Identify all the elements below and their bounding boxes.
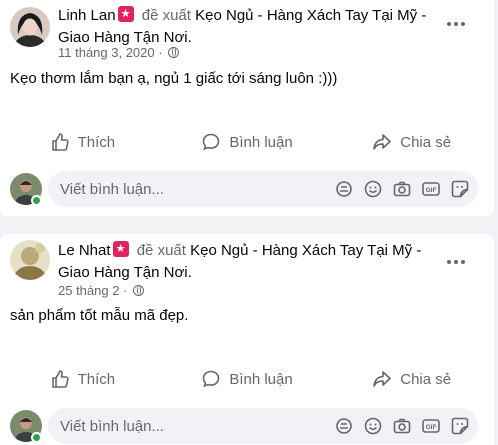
page-name-cont[interactable]: Giao Hàng Tận Nơi. <box>58 29 192 46</box>
comment-tools: GIF <box>334 408 470 444</box>
emoji-icon[interactable] <box>363 416 383 436</box>
comment-composer: GIF <box>0 171 494 211</box>
more-icon[interactable] <box>440 246 472 278</box>
like-button[interactable]: Thích <box>0 122 165 162</box>
like-icon <box>51 370 69 388</box>
online-status-indicator <box>31 432 42 443</box>
comment-tools: GIF <box>334 171 470 207</box>
sticker-icon[interactable] <box>450 179 470 199</box>
comment-button[interactable]: Bình luận <box>165 122 330 162</box>
post-meta: 25 tháng 2 · <box>58 283 145 299</box>
author-name[interactable]: Le Nhat <box>58 242 111 259</box>
globe-icon <box>168 47 180 58</box>
post-date[interactable]: 25 tháng 2 · <box>58 283 127 298</box>
avatar-image <box>10 7 50 47</box>
post-card: Le Nhat đề xuất Kẹo Ngủ - Hàng Xách Tay … <box>0 234 494 445</box>
svg-text:GIF: GIF <box>426 424 437 431</box>
share-label: Chia sẻ <box>400 370 452 388</box>
camera-icon[interactable] <box>392 416 412 436</box>
gif-icon[interactable]: GIF <box>421 179 441 199</box>
more-icon[interactable] <box>440 8 472 40</box>
share-button[interactable]: Chia sẻ <box>329 359 494 399</box>
like-label: Thích <box>77 370 116 388</box>
page-name[interactable]: Kẹo Ngủ - Hàng Xách Tay Tại Mỹ - <box>190 242 421 259</box>
share-button[interactable]: Chia sẻ <box>329 122 494 162</box>
post-actions: Thích Bình luận Chia sẻ <box>0 122 494 162</box>
comment-input[interactable] <box>60 171 320 207</box>
comment-composer: GIF <box>0 408 494 445</box>
post-card: Linh Lan đề xuất Kẹo Ngủ - Hàng Xách Tay… <box>0 0 494 216</box>
author-name[interactable]: Linh Lan <box>58 7 116 24</box>
author-avatar[interactable] <box>10 240 50 280</box>
share-icon <box>373 371 392 387</box>
share-icon <box>373 134 392 150</box>
post-header: Linh Lan đề xuất Kẹo Ngủ - Hàng Xách Tay… <box>58 5 448 49</box>
comment-label: Bình luận <box>229 370 293 388</box>
avatar-image <box>10 240 50 280</box>
recommend-verb: đề xuất <box>136 242 186 259</box>
globe-icon <box>133 285 145 296</box>
comment-label: Bình luận <box>229 133 293 151</box>
gif-icon[interactable]: GIF <box>421 416 441 436</box>
post-actions: Thích Bình luận Chia sẻ <box>0 359 494 399</box>
camera-icon[interactable] <box>392 179 412 199</box>
recommend-verb: đề xuất <box>141 7 191 24</box>
emoji-icon[interactable] <box>363 179 383 199</box>
like-icon <box>51 133 69 151</box>
comment-field[interactable]: GIF <box>48 171 478 207</box>
like-label: Thích <box>77 133 116 151</box>
sticker-icon[interactable] <box>450 416 470 436</box>
share-label: Chia sẻ <box>400 133 452 151</box>
post-meta: 11 tháng 3, 2020 · <box>58 45 180 61</box>
comment-button[interactable]: Bình luận <box>165 359 330 399</box>
recommend-badge-icon <box>112 241 129 257</box>
avatar-sticker-icon[interactable] <box>334 416 354 436</box>
page-name[interactable]: Kẹo Ngủ - Hàng Xách Tay Tại Mỹ - <box>195 7 426 24</box>
comment-input[interactable] <box>60 408 320 444</box>
online-status-indicator <box>31 195 42 206</box>
page-name-cont[interactable]: Giao Hàng Tận Nơi. <box>58 264 192 281</box>
recommend-badge-icon <box>117 6 134 22</box>
comment-icon <box>203 370 220 388</box>
post-header: Le Nhat đề xuất Kẹo Ngủ - Hàng Xách Tay … <box>58 240 448 284</box>
post-text: sản phẩm tốt mẫu mã đẹp. <box>10 307 189 324</box>
author-avatar[interactable] <box>10 7 50 47</box>
svg-text:GIF: GIF <box>426 187 437 194</box>
post-text: Kẹo thơm lắm bạn ạ, ngủ 1 giấc tới sáng … <box>10 70 338 87</box>
comment-icon <box>203 133 220 151</box>
avatar-sticker-icon[interactable] <box>334 179 354 199</box>
post-date[interactable]: 11 tháng 3, 2020 · <box>58 45 163 60</box>
like-button[interactable]: Thích <box>0 359 165 399</box>
comment-field[interactable]: GIF <box>48 408 478 444</box>
